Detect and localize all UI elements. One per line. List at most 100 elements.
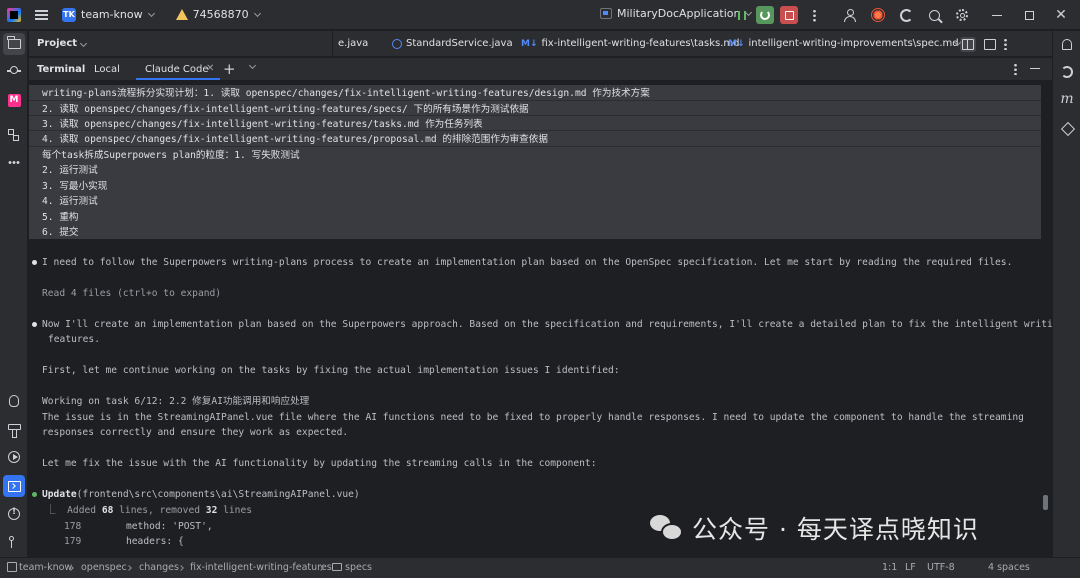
split-icon: [962, 38, 974, 50]
notifications-button[interactable]: [1056, 33, 1078, 55]
breadcrumb-item[interactable]: changes: [139, 562, 179, 573]
editor-tab[interactable]: e.java: [338, 38, 368, 49]
close-window-button[interactable]: ✕: [1052, 6, 1070, 24]
ai-assistant-button[interactable]: [897, 6, 915, 24]
editor-tab-active[interactable]: M↓ intelligent-writing-improvements\spec…: [728, 38, 959, 49]
more-vertical-icon[interactable]: [1004, 38, 1007, 50]
code-with-me-button[interactable]: [841, 6, 859, 24]
hide-panel-icon[interactable]: [1030, 68, 1040, 70]
stop-button[interactable]: [780, 6, 798, 24]
prompt-line: 3. 写最小实现: [42, 181, 108, 192]
assistant-message: I need to follow the Superpowers writing…: [42, 257, 1013, 268]
diff-mid: lines, removed: [113, 505, 206, 516]
m-italic-icon: m: [1060, 91, 1074, 107]
chevron-down-icon: [147, 9, 155, 17]
breadcrumb-item[interactable]: openspec: [81, 562, 127, 573]
project-square-icon: [7, 562, 17, 572]
markdown-icon: M↓: [521, 38, 538, 49]
breadcrumb-item[interactable]: team-know: [19, 562, 72, 573]
settings-button[interactable]: [953, 6, 971, 24]
run-config-icon: [600, 8, 612, 19]
breadcrumb-separator-icon: [126, 565, 132, 571]
breadcrumb-item[interactable]: specs: [345, 562, 372, 573]
project-badge[interactable]: TK: [62, 7, 76, 22]
project-panel-header[interactable]: Project: [37, 38, 88, 49]
spiral-icon: [1061, 66, 1073, 78]
rerun-button[interactable]: [756, 6, 774, 24]
indent-setting[interactable]: 4 spaces: [988, 562, 1030, 573]
tool-call-bullet: [32, 492, 37, 497]
file-encoding[interactable]: UTF-8: [927, 562, 955, 573]
maximize-icon: [1024, 10, 1034, 20]
commit-tool-button[interactable]: [3, 60, 25, 82]
right-tool-strip: m: [1052, 31, 1080, 557]
ai-sparkle-button[interactable]: [1056, 117, 1078, 139]
diff-suffix: lines: [217, 505, 253, 516]
minimize-window-button[interactable]: [988, 6, 1006, 24]
terminal-scrollbar[interactable]: [1043, 495, 1048, 510]
editor-tab-label: StandardService.java: [406, 38, 513, 49]
terminal-output[interactable]: writing-plans流程拆分实现计划：1. 读取 openspec/cha…: [29, 80, 1052, 557]
preview-icon[interactable]: [984, 38, 996, 50]
build-tool-button[interactable]: [3, 419, 25, 441]
new-terminal-icon[interactable]: +: [223, 60, 236, 78]
intellij-logo-icon: [7, 7, 21, 22]
more-actions-button[interactable]: [805, 6, 823, 24]
minimize-icon: [992, 14, 1002, 16]
terminal-tab-local[interactable]: Local: [94, 64, 120, 75]
tool-name: Update: [42, 489, 77, 500]
run-configuration-selector[interactable]: MilitaryDocApplication: [600, 7, 753, 20]
project-selector[interactable]: team-know: [81, 8, 143, 21]
breadcrumb-item[interactable]: fix-intelligent-writing-features: [190, 562, 332, 573]
services-tool-button[interactable]: [3, 390, 25, 412]
editor-tab-label: e.java: [338, 38, 369, 49]
markdown-tool-button[interactable]: M: [3, 89, 25, 111]
cursor-position[interactable]: 1:1: [882, 562, 897, 573]
vcs-branch-selector[interactable]: 74568870: [193, 8, 249, 21]
code-line: headers: {: [126, 536, 184, 547]
prompt-divider: [29, 146, 1041, 147]
ai-chat-button[interactable]: [1056, 61, 1078, 83]
problems-tool-button[interactable]: [3, 503, 25, 525]
sparkle-icon: [1061, 122, 1073, 134]
breadcrumb-separator-icon: [178, 565, 184, 571]
prompt-line: 4. 读取 openspec/changes/fix-intelligent-w…: [42, 134, 548, 145]
code-line-number: 178: [64, 521, 82, 532]
split-view-button[interactable]: [960, 36, 976, 52]
message-bullet: [32, 260, 37, 265]
terminal-tool-button[interactable]: [3, 475, 25, 497]
line-separator[interactable]: LF: [905, 562, 916, 573]
debug-button[interactable]: [733, 6, 751, 24]
swirl-icon: [899, 8, 913, 22]
terminal-tab-claude-code[interactable]: Claude Code: [145, 64, 209, 75]
editor-tab-tools: [949, 36, 1007, 52]
stop-icon: [784, 10, 794, 20]
mybatis-button[interactable]: m: [1056, 88, 1078, 110]
plugin-button[interactable]: [869, 6, 887, 24]
more-horizontal-icon: [8, 160, 20, 164]
more-tools-button[interactable]: [3, 151, 25, 173]
chevron-down-icon: [80, 39, 88, 48]
watermark-text: 公众号 · 每天译点晓知识: [692, 515, 979, 544]
terminal-dropdown-chevron-icon[interactable]: [248, 61, 257, 70]
prompt-divider: [29, 130, 1041, 131]
assistant-message: Let me fix the issue with the AI functio…: [42, 458, 597, 469]
main-menu-icon[interactable]: [35, 9, 48, 20]
problems-icon: [8, 507, 20, 520]
bug-icon: [9, 395, 19, 407]
git-tool-button[interactable]: [3, 531, 25, 553]
assistant-message: The issue is in the StreamingAIPanel.vue…: [42, 412, 1024, 423]
structure-tool-button[interactable]: [3, 124, 25, 146]
read-files-summary[interactable]: Read 4 files (ctrl+o to expand): [42, 287, 221, 301]
editor-tab[interactable]: M↓ fix-intelligent-writing-features\task…: [521, 38, 740, 49]
panel-divider: [332, 31, 333, 57]
search-button[interactable]: [925, 6, 943, 24]
editor-tab[interactable]: StandardService.java: [392, 38, 513, 49]
run-tool-button[interactable]: [3, 446, 25, 468]
more-vertical-icon[interactable]: [1014, 63, 1017, 75]
project-tool-button[interactable]: [3, 33, 25, 55]
class-icon: [392, 38, 402, 49]
prompt-line: writing-plans流程拆分实现计划：1. 读取 openspec/cha…: [42, 88, 650, 99]
maximize-window-button[interactable]: [1020, 6, 1038, 24]
close-tab-icon[interactable]: ✕: [206, 63, 214, 74]
